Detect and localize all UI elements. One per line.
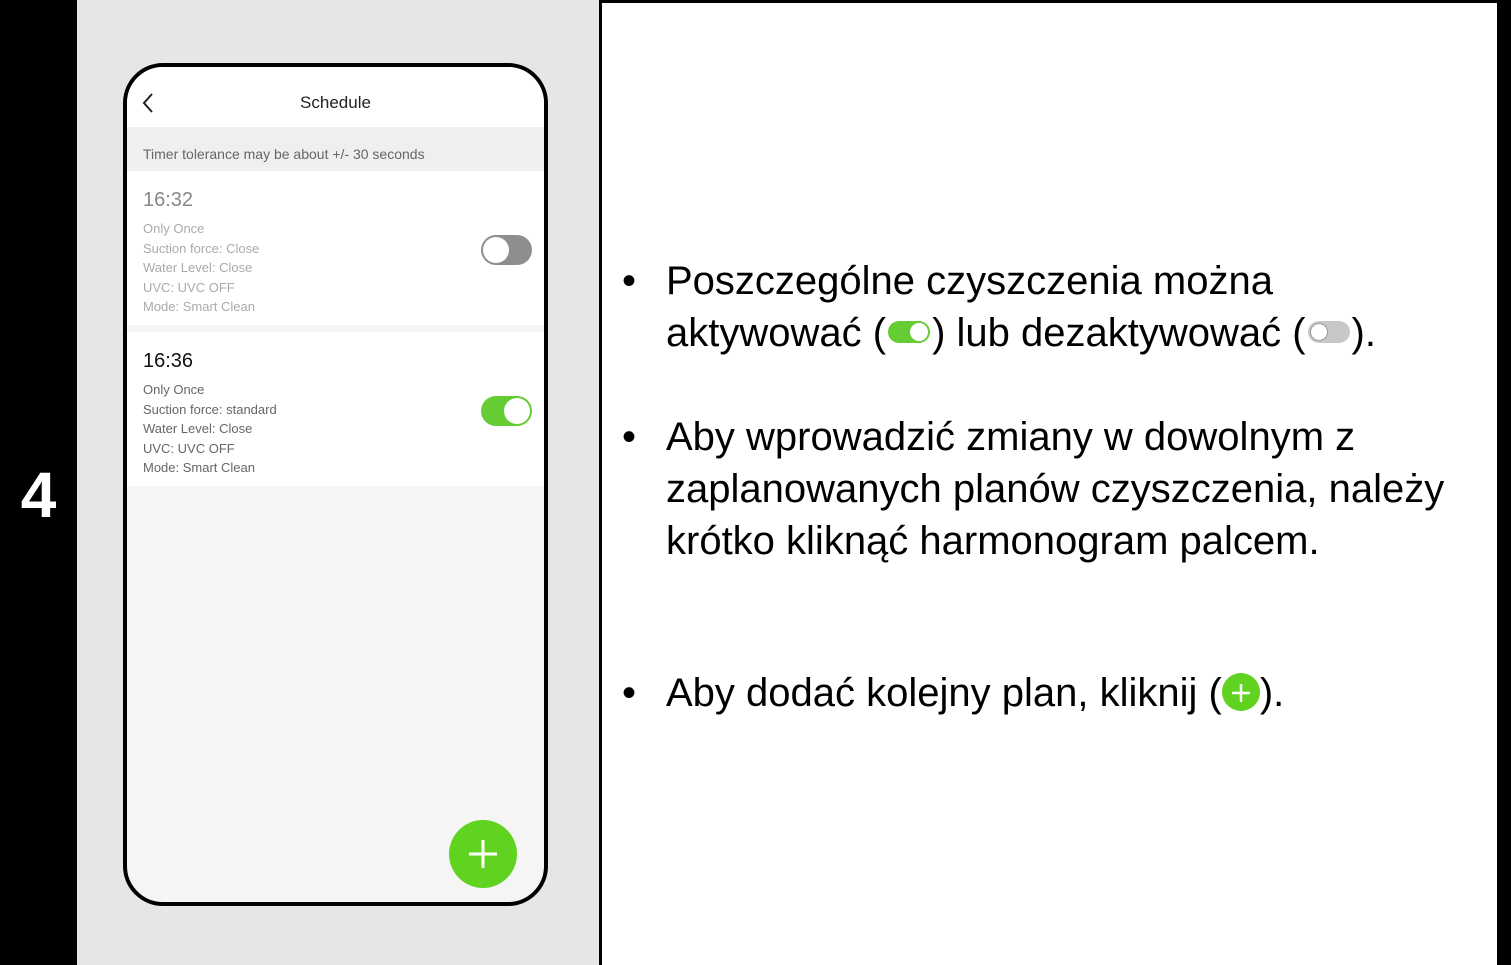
schedule-uvc: UVC: UVC OFF: [143, 441, 235, 456]
toggle-on-icon: [888, 321, 931, 344]
schedule-mode: Mode: Smart Clean: [143, 299, 255, 314]
app-header: Schedule: [127, 67, 544, 127]
instruction-text: Aby wprowadzić zmiany w dowolnym z zapla…: [666, 415, 1445, 563]
page-title: Schedule: [300, 93, 371, 112]
instruction-text: Poszczególne czyszczenia można aktywować…: [666, 255, 1466, 359]
add-schedule-button[interactable]: [449, 820, 517, 888]
plus-icon: [469, 840, 497, 868]
top-border: [602, 0, 1497, 3]
schedule-water: Water Level: Close: [143, 421, 253, 436]
schedule-toggle[interactable]: [481, 396, 532, 426]
instruction-text: Aby dodać kolejny plan, kliknij ().: [666, 667, 1466, 719]
phone-frame: Schedule Timer tolerance may be about +/…: [123, 63, 548, 906]
schedule-water: Water Level: Close: [143, 260, 253, 275]
instruction-text-part: ).: [1351, 311, 1376, 355]
schedule-item[interactable]: 16:32 Only Once Suction force: Close Wat…: [127, 171, 544, 325]
right-border: [1497, 0, 1511, 965]
bullet-dot: •: [622, 259, 637, 303]
schedule-item[interactable]: 16:36 Only Once Suction force: standard …: [127, 332, 544, 486]
toggle-knob: [504, 398, 530, 424]
step-column: 4: [0, 0, 77, 965]
schedule-repeat: Only Once: [143, 221, 205, 236]
schedule-toggle[interactable]: [481, 235, 532, 265]
instruction-text-part: ) lub dezaktywować (: [932, 311, 1306, 355]
schedule-mode: Mode: Smart Clean: [143, 460, 255, 475]
instruction-text-part: Aby dodać kolejny plan, kliknij (: [666, 671, 1222, 715]
toggle-off-icon: [1307, 321, 1350, 344]
instruction-text-part: ).: [1259, 671, 1285, 715]
schedule-repeat: Only Once: [143, 382, 205, 397]
bullet-dot: •: [622, 415, 637, 459]
schedule-time: 16:36: [143, 350, 194, 372]
toggle-knob: [483, 237, 509, 263]
plus-icon: [1221, 673, 1260, 712]
schedule-uvc: UVC: UVC OFF: [143, 280, 235, 295]
schedule-suction: Suction force: standard: [143, 402, 277, 417]
bullet-dot: •: [622, 671, 637, 715]
tolerance-text: Timer tolerance may be about +/- 30 seco…: [143, 146, 425, 162]
tolerance-notice: Timer tolerance may be about +/- 30 seco…: [127, 127, 544, 171]
schedule-time: 16:32: [143, 189, 194, 211]
schedule-suction: Suction force: Close: [143, 241, 260, 256]
step-number: 4: [20, 459, 57, 531]
